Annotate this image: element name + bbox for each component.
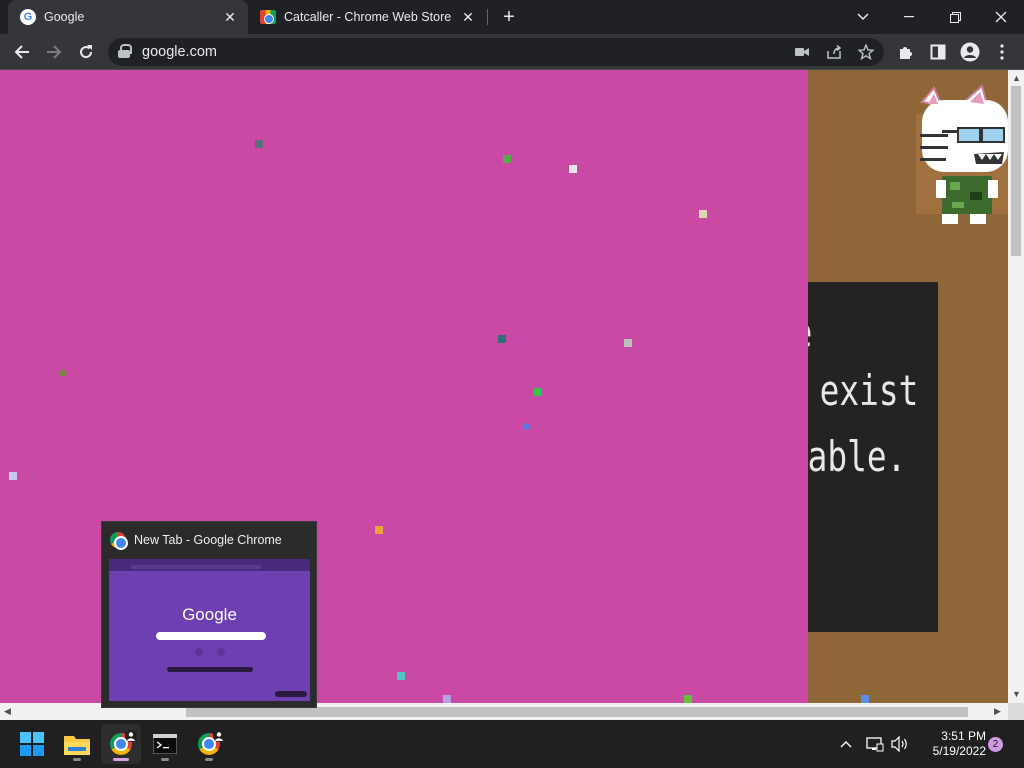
scroll-down-arrow-icon[interactable]: ▼ bbox=[1012, 689, 1021, 699]
chrome-menu-icon[interactable] bbox=[989, 39, 1015, 65]
floating-square bbox=[443, 695, 451, 703]
profile-avatar-icon[interactable] bbox=[957, 39, 983, 65]
floating-square bbox=[699, 210, 707, 218]
floating-square bbox=[684, 695, 692, 703]
error-message-box: e ot exist ailable. bbox=[808, 282, 938, 632]
floating-square bbox=[375, 526, 383, 534]
tab-title: Catcaller - Chrome Web Store bbox=[284, 10, 452, 24]
side-panel-icon[interactable] bbox=[925, 39, 951, 65]
chrome-web-store-icon bbox=[260, 10, 276, 24]
vertical-scroll-thumb[interactable] bbox=[1011, 86, 1021, 256]
running-indicator bbox=[205, 758, 213, 761]
floating-square bbox=[255, 140, 263, 148]
floating-square bbox=[569, 165, 577, 173]
error-line: e bbox=[808, 308, 812, 357]
close-window-button[interactable] bbox=[978, 0, 1024, 34]
clock-time: 3:51 PM bbox=[941, 729, 986, 743]
camera-blocked-icon[interactable] bbox=[793, 43, 811, 61]
taskbar-window-preview[interactable]: New Tab - Google Chrome Google bbox=[101, 521, 317, 708]
preview-omnibox bbox=[131, 565, 261, 569]
preview-thumbnail[interactable]: Google bbox=[109, 559, 310, 701]
show-hidden-icons-chevron[interactable] bbox=[840, 720, 852, 768]
vertical-scrollbar[interactable]: ▲ ▼ bbox=[1008, 70, 1024, 703]
address-bar[interactable]: google.com bbox=[108, 38, 884, 66]
chrome-taskbar-button[interactable] bbox=[101, 724, 141, 764]
tab-divider bbox=[487, 9, 488, 25]
preview-search-box bbox=[156, 632, 266, 640]
scroll-right-arrow-icon[interactable]: ▶ bbox=[994, 706, 1001, 717]
forward-arrow-icon[interactable] bbox=[41, 39, 67, 65]
horizontal-scroll-thumb[interactable] bbox=[186, 707, 968, 717]
cat-mascot-image bbox=[912, 84, 1008, 230]
floating-square bbox=[397, 672, 405, 680]
share-icon[interactable] bbox=[825, 43, 843, 61]
file-explorer-button[interactable] bbox=[57, 724, 97, 764]
preview-google-logo: Google bbox=[182, 605, 237, 624]
windows-logo-icon bbox=[20, 732, 44, 756]
preview-shortcut bbox=[217, 648, 225, 656]
error-line: ailable. bbox=[808, 432, 906, 481]
new-tab-button[interactable]: + bbox=[498, 7, 520, 29]
tab-strip: G Google ✕ Catcaller - Chrome Web Store … bbox=[0, 0, 1024, 34]
minimize-button[interactable] bbox=[886, 0, 932, 34]
volume-icon[interactable] bbox=[891, 720, 909, 768]
floating-square bbox=[624, 339, 632, 347]
tab-search-chevron-icon[interactable] bbox=[840, 0, 886, 34]
back-arrow-icon[interactable] bbox=[9, 39, 35, 65]
clock-date: 5/19/2022 bbox=[932, 744, 986, 758]
chrome-profile-taskbar-button[interactable] bbox=[189, 724, 229, 764]
terminal-icon bbox=[153, 734, 177, 754]
lock-icon[interactable] bbox=[118, 44, 132, 58]
clock[interactable]: 3:51 PM 5/19/2022 bbox=[916, 720, 986, 768]
restore-button[interactable] bbox=[932, 0, 978, 34]
floating-square bbox=[59, 370, 65, 376]
tab-catcaller[interactable]: Catcaller - Chrome Web Store ✕ bbox=[248, 0, 486, 34]
scroll-left-arrow-icon[interactable]: ◀ bbox=[4, 706, 11, 717]
scrollbar-corner bbox=[1008, 703, 1024, 720]
floating-square bbox=[523, 423, 530, 430]
close-tab-icon[interactable]: ✕ bbox=[460, 9, 476, 25]
url-text[interactable]: google.com bbox=[142, 44, 217, 60]
google-g-icon: G bbox=[20, 9, 36, 25]
floating-square bbox=[503, 155, 511, 163]
scroll-up-arrow-icon[interactable]: ▲ bbox=[1012, 73, 1021, 83]
preview-banner bbox=[167, 667, 253, 672]
terminal-button[interactable] bbox=[145, 724, 185, 764]
floating-square bbox=[534, 388, 542, 396]
preview-shortcut bbox=[195, 648, 203, 656]
tab-title: Google bbox=[44, 10, 85, 24]
close-tab-icon[interactable]: ✕ bbox=[222, 9, 238, 25]
bookmark-star-icon[interactable] bbox=[857, 43, 875, 61]
tab-google[interactable]: G Google ✕ bbox=[8, 0, 248, 34]
chrome-icon bbox=[110, 532, 128, 550]
floating-square bbox=[861, 695, 869, 703]
preview-title: New Tab - Google Chrome bbox=[134, 533, 282, 547]
notification-center[interactable]: 2 bbox=[988, 720, 1003, 768]
floating-square bbox=[9, 472, 17, 480]
running-indicator bbox=[161, 758, 169, 761]
profile-badge-icon bbox=[125, 730, 137, 742]
preview-customize-button bbox=[275, 691, 307, 697]
notification-badge: 2 bbox=[988, 736, 1003, 752]
floating-square bbox=[498, 335, 506, 343]
active-indicator bbox=[113, 758, 129, 761]
profile-badge-icon bbox=[213, 730, 225, 742]
windows-taskbar: 3:51 PM 5/19/2022 2 bbox=[0, 720, 1024, 768]
running-indicator bbox=[73, 758, 81, 761]
start-button[interactable] bbox=[12, 724, 52, 764]
reload-icon[interactable] bbox=[73, 39, 99, 65]
browser-toolbar: google.com bbox=[0, 34, 1024, 70]
folder-icon bbox=[64, 736, 90, 755]
extensions-puzzle-icon[interactable] bbox=[893, 39, 919, 65]
network-icon[interactable] bbox=[866, 720, 884, 768]
error-line: ot exist bbox=[808, 366, 918, 415]
